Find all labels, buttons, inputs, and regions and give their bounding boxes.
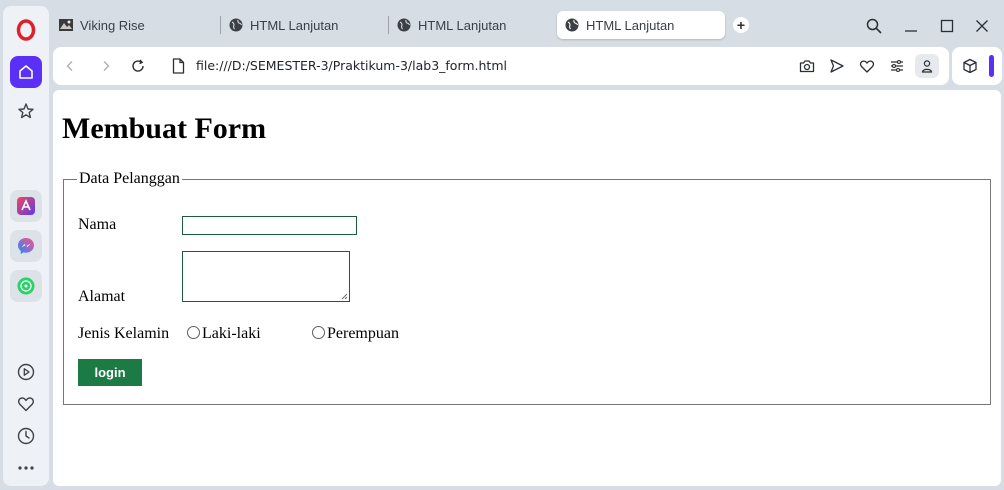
extensions-cube-icon[interactable] (961, 57, 979, 75)
history-icon[interactable] (10, 420, 42, 452)
aria-icon[interactable] (10, 190, 42, 222)
new-tab-button[interactable]: + (733, 17, 749, 33)
maximize-icon[interactable] (936, 15, 958, 37)
alamat-label: Alamat (78, 288, 126, 305)
heart-icon[interactable] (10, 388, 42, 420)
opera-logo-icon[interactable] (10, 14, 42, 46)
tab-label: HTML Lanjutan (250, 17, 339, 33)
minimize-icon[interactable] (900, 15, 922, 37)
tab-divider (220, 16, 221, 34)
tab-html-lanjutan-active[interactable]: HTML Lanjutan (557, 11, 725, 39)
tab-label: Viking Rise (80, 17, 145, 33)
nama-input[interactable] (182, 216, 357, 235)
resize-grip-icon[interactable] (340, 292, 348, 300)
close-icon[interactable] (971, 15, 993, 37)
whatsapp-icon[interactable] (10, 270, 42, 302)
address-bar: file:///D:/SEMESTER-3/Praktikum-3/lab3_f… (53, 47, 949, 85)
browser-sidebar (3, 6, 49, 486)
tab-viking-rise[interactable]: Viking Rise (58, 11, 218, 39)
snapshot-icon[interactable] (798, 57, 816, 75)
send-icon[interactable] (828, 57, 846, 75)
fieldset-legend: Data Pelanggan (79, 170, 180, 187)
star-icon[interactable] (10, 95, 42, 127)
customer-fieldset: Data Pelanggan Nama Alamat Jenis Kelamin… (63, 170, 991, 405)
url-field[interactable]: file:///D:/SEMESTER-3/Praktikum-3/lab3_f… (196, 58, 507, 73)
radio-perempuan-label: Perempuan (327, 325, 399, 342)
home-icon[interactable] (10, 56, 42, 88)
tab-label: HTML Lanjutan (586, 17, 675, 33)
tab-html-lanjutan-1[interactable]: HTML Lanjutan (228, 11, 388, 39)
login-button[interactable]: login (78, 359, 142, 386)
alamat-textarea[interactable] (182, 251, 350, 302)
reload-icon[interactable] (129, 57, 147, 75)
profile-icon[interactable] (915, 54, 939, 78)
globe-icon (564, 17, 580, 33)
bookmark-heart-icon[interactable] (858, 57, 876, 75)
jenis-kelamin-label: Jenis Kelamin (78, 325, 170, 342)
tab-html-lanjutan-2[interactable]: HTML Lanjutan (396, 11, 556, 39)
search-tabs-icon[interactable] (863, 15, 885, 37)
file-icon (169, 57, 187, 75)
sidebar-accent-bar (989, 55, 994, 77)
tab-strip: Viking Rise HTML Lanjutan HTML Lanjutan … (53, 8, 1004, 42)
player-icon[interactable] (10, 356, 42, 388)
messenger-icon[interactable] (10, 230, 42, 262)
back-icon[interactable] (61, 57, 79, 75)
more-icon[interactable] (10, 452, 42, 484)
tab-label: HTML Lanjutan (418, 17, 507, 33)
extensions-area (952, 47, 1002, 85)
radio-laki-laki[interactable] (187, 326, 200, 339)
page-title: Membuat Form (62, 112, 267, 145)
tab-divider (388, 16, 389, 34)
forward-icon[interactable] (97, 57, 115, 75)
globe-icon (228, 17, 244, 33)
web-page: Membuat Form Data Pelanggan Nama Alamat … (53, 90, 1001, 486)
globe-icon (396, 17, 412, 33)
easy-setup-icon[interactable] (888, 57, 906, 75)
radio-perempuan[interactable] (312, 326, 325, 339)
radio-laki-laki-label: Laki-laki (202, 325, 261, 342)
nama-label: Nama (78, 216, 117, 233)
game-icon (58, 17, 74, 33)
